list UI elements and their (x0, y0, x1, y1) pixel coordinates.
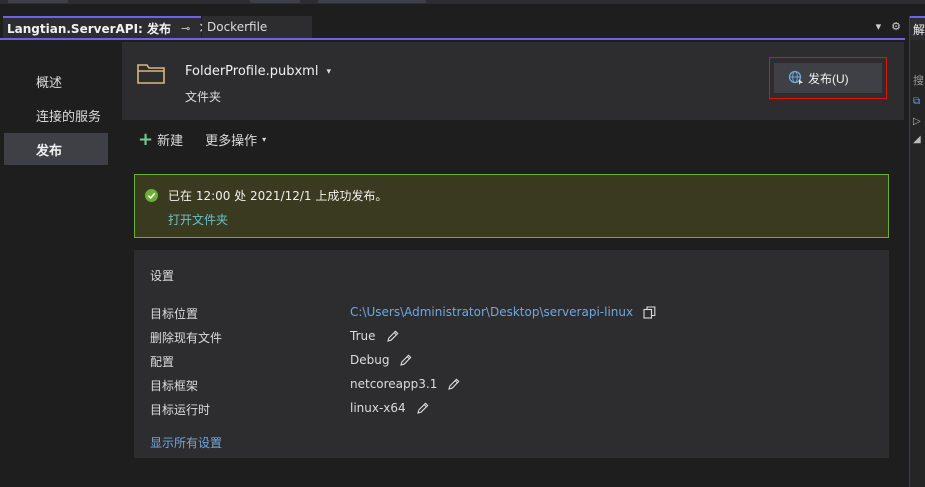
setting-value-target-location: C:\Users\Administrator\Desktop\serverapi… (350, 305, 656, 319)
solution-explorer-title[interactable]: 解 (910, 16, 925, 40)
collapse-arrow-icon[interactable]: ◢ (913, 134, 921, 145)
tab-publish-title: Langtian.ServerAPI: 发布 (7, 21, 172, 36)
setting-label: 目标位置 (150, 307, 199, 321)
chevron-down-icon: ▾ (326, 66, 331, 77)
setting-row-configuration: 配置 Debug (150, 353, 750, 371)
profile-name: FolderProfile.pubxml (185, 64, 319, 79)
check-circle-icon (145, 189, 158, 202)
globe-publish-icon (788, 70, 803, 85)
setting-label: 目标运行时 (150, 403, 211, 417)
solution-node-icon[interactable]: ⧉ (913, 96, 920, 107)
more-actions-dropdown[interactable]: 更多操作 ▾ (205, 130, 266, 149)
sidebar-item-overview[interactable]: 概述 (4, 65, 108, 97)
profile-selector[interactable]: FolderProfile.pubxml ▾ (185, 64, 331, 79)
solution-explorer-panel: 解 搜 ⧉ ▷ ◢ (909, 16, 925, 487)
setting-row-target-runtime: 目标运行时 linux-x64 (150, 401, 750, 419)
setting-value-delete-existing: True (350, 329, 399, 343)
setting-row-delete-existing: 删除现有文件 True (150, 329, 750, 347)
tab-dockerfile[interactable]: Dockerfile (202, 16, 312, 38)
pin-icon[interactable]: ⊸ (181, 22, 190, 35)
publish-sidebar: 概述 连接的服务 发布 (0, 42, 110, 487)
success-message-row: 已在 12:00 处 2021/12/1 上成功发布。 (145, 187, 387, 204)
plus-icon: + (138, 128, 154, 150)
tab-publish[interactable]: Langtian.ServerAPI: 发布 ⊸ × (3, 16, 210, 38)
expand-arrow-icon[interactable]: ▷ (913, 116, 921, 127)
show-all-settings-link[interactable]: 显示所有设置 (150, 434, 222, 451)
publish-success-banner: 已在 12:00 处 2021/12/1 上成功发布。 打开文件夹 (134, 174, 889, 238)
setting-value: netcoreapp3.1 (350, 377, 438, 391)
sidebar-item-publish[interactable]: 发布 (4, 133, 108, 165)
success-message: 已在 12:00 处 2021/12/1 上成功发布。 (168, 189, 388, 203)
sidebar-item-connected-services[interactable]: 连接的服务 (4, 99, 108, 131)
settings-title: 设置 (150, 269, 175, 283)
toolbar-segment (250, 0, 300, 3)
edit-icon[interactable] (447, 378, 460, 391)
profile-actions: + 新建 更多操作 ▾ (138, 130, 266, 149)
publish-button-label: 发布(U) (808, 71, 849, 86)
sidebar-item-label: 概述 (36, 75, 63, 91)
sidebar-item-label: 发布 (36, 143, 63, 159)
more-actions-label: 更多操作 (205, 134, 258, 149)
chevron-down-icon: ▾ (262, 135, 267, 144)
setting-value-configuration: Debug (350, 353, 412, 367)
new-profile-button[interactable]: + 新建 (138, 130, 183, 149)
setting-value: True (350, 329, 376, 343)
document-tab-bar: Langtian.ServerAPI: 发布 ⊸ × Dockerfile ▾ … (0, 16, 905, 40)
sidebar-item-label: 连接的服务 (36, 109, 102, 125)
edit-icon[interactable] (399, 354, 412, 367)
gear-icon[interactable]: ⚙ (891, 20, 901, 33)
profile-type: 文件夹 (185, 90, 222, 104)
publish-button[interactable]: 发布(U) (774, 63, 882, 93)
solution-explorer-search[interactable]: 搜 (913, 72, 924, 88)
setting-row-target-framework: 目标框架 netcoreapp3.1 (150, 377, 750, 395)
toolbar-segment (8, 0, 68, 3)
edit-icon[interactable] (416, 402, 429, 415)
target-location-link[interactable]: C:\Users\Administrator\Desktop\serverapi… (350, 305, 633, 319)
copy-icon[interactable] (643, 305, 656, 319)
setting-label: 目标框架 (150, 379, 199, 393)
edit-icon[interactable] (386, 330, 399, 343)
tabbar-controls: ▾ ⚙ (876, 20, 901, 33)
settings-card: 设置 目标位置 C:\Users\Administrator\Desktop\s… (134, 250, 889, 458)
setting-value: Debug (350, 353, 390, 367)
toolbar-segment (318, 0, 426, 3)
new-profile-label: 新建 (157, 134, 184, 149)
folder-icon (137, 64, 165, 84)
window-top-strip (0, 0, 925, 4)
setting-label: 配置 (150, 355, 175, 369)
setting-label: 删除现有文件 (150, 331, 223, 345)
setting-row-target-location: 目标位置 C:\Users\Administrator\Desktop\serv… (150, 305, 750, 323)
tab-list-dropdown-icon[interactable]: ▾ (876, 20, 882, 33)
setting-value-target-runtime: linux-x64 (350, 401, 429, 415)
open-folder-link[interactable]: 打开文件夹 (168, 211, 228, 228)
publish-profile-card: FolderProfile.pubxml ▾ 文件夹 发布(U) (122, 42, 904, 120)
tab-dockerfile-title: Dockerfile (207, 20, 268, 34)
publish-main: FolderProfile.pubxml ▾ 文件夹 发布(U) + 新建 更多… (110, 42, 905, 487)
setting-value-target-framework: netcoreapp3.1 (350, 377, 460, 391)
setting-value: linux-x64 (350, 401, 406, 415)
publish-button-highlight: 发布(U) (769, 57, 887, 99)
